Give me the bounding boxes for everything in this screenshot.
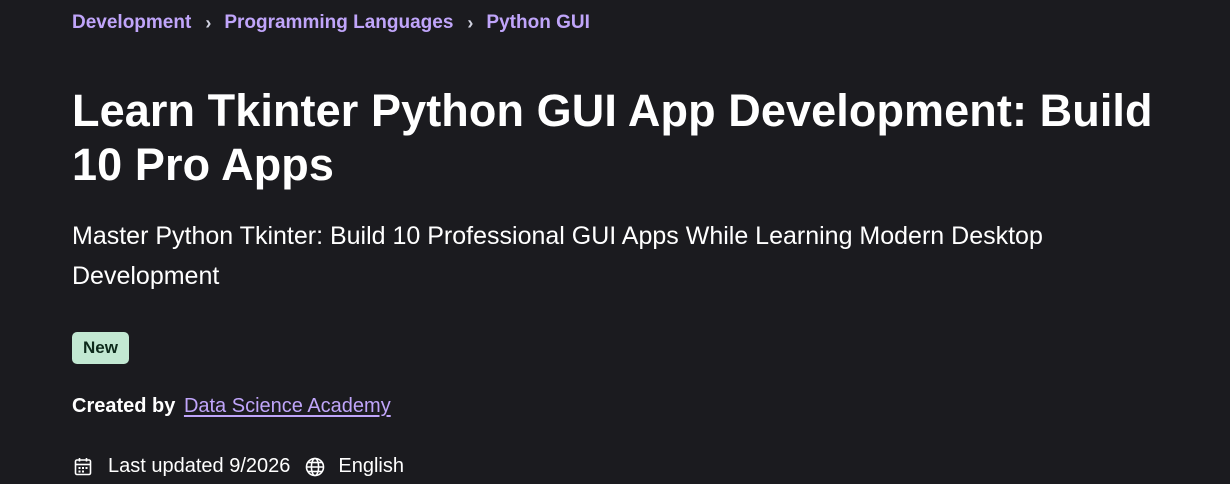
globe-icon <box>304 456 326 478</box>
course-subtitle: Master Python Tkinter: Build 10 Professi… <box>72 222 1043 290</box>
new-badge: New <box>72 332 129 364</box>
chevron-right-icon: › <box>205 12 212 33</box>
breadcrumb-item-programming-languages[interactable]: Programming Languages <box>224 12 453 34</box>
last-updated: Last updated 9/2026 <box>108 455 291 477</box>
calendar-icon <box>72 456 94 478</box>
course-meta: Last updated 9/2026 English <box>72 455 404 478</box>
breadcrumb-item-development[interactable]: Development <box>72 12 191 34</box>
chevron-right-icon: › <box>467 12 474 33</box>
course-title: Learn Tkinter Python GUI App Development… <box>72 85 1153 190</box>
created-by-label: Created by <box>72 395 176 417</box>
created-by: Created by Data Science Academy <box>72 395 391 418</box>
instructor-link[interactable]: Data Science Academy <box>184 395 391 417</box>
course-language: English <box>338 455 404 477</box>
breadcrumb: Development › Programming Languages › Py… <box>72 12 590 34</box>
breadcrumb-item-python-gui[interactable]: Python GUI <box>486 12 589 34</box>
